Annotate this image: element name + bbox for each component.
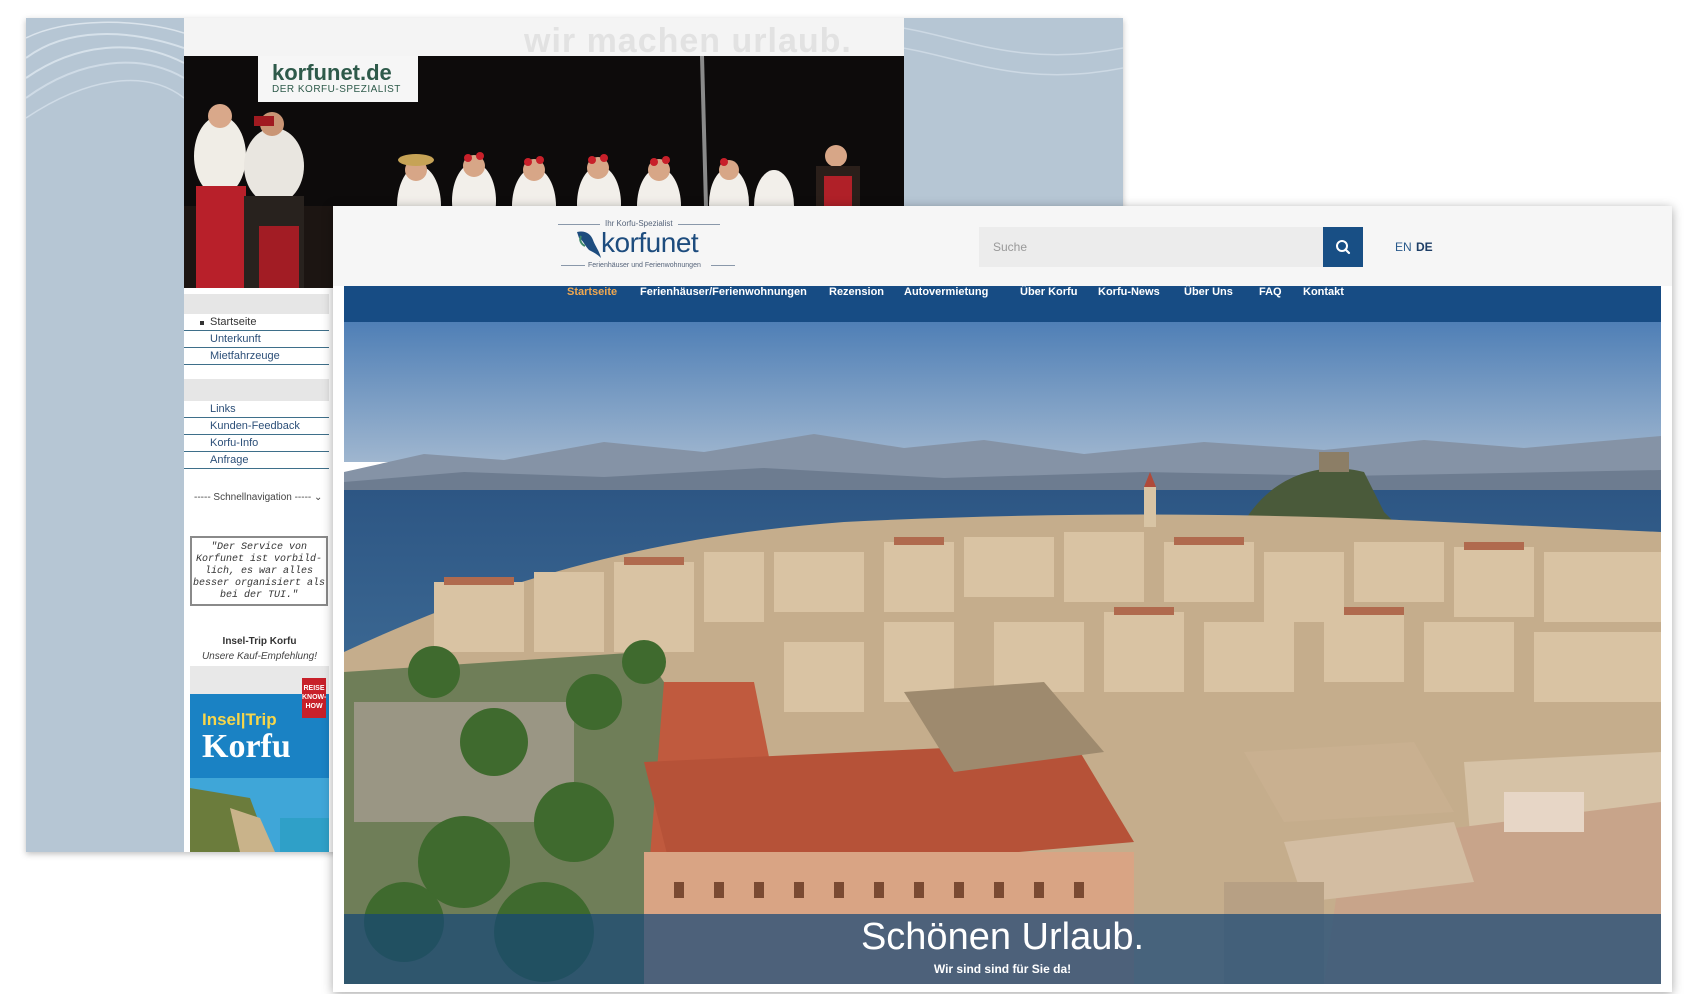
book-recommendation: Unsere Kauf-Empfehlung! <box>201 651 318 662</box>
nav-rezension[interactable]: Rezension <box>829 286 884 322</box>
nav-faq[interactable]: FAQ <box>1259 286 1282 322</box>
old-logo-subtitle: DER KORFU-SPEZIALIST <box>272 84 401 95</box>
nav-ferienhaeuser[interactable]: Ferienhäuser/Ferienwohnungen <box>640 286 807 322</box>
book-name: Korfu <box>202 728 291 765</box>
nav-autovermietung[interactable]: Autovermietung <box>904 286 988 322</box>
old-nav-mietfahrzeuge[interactable]: Mietfahrzeuge <box>184 348 329 365</box>
nav-startseite[interactable]: Startseite <box>567 286 617 322</box>
old-logo-box[interactable]: korfunet.de DER KORFU-SPEZIALIST <box>258 56 418 102</box>
customer-quote: "Der Service von Korfunet ist vorbild-li… <box>190 536 328 606</box>
old-nav-anfrage[interactable]: Anfrage <box>184 452 329 469</box>
nav-ueber-korfu[interactable]: Über Korfu <box>1020 286 1077 322</box>
site-header: Ihr Korfu-Spezialist korfunet Ferienhäus… <box>333 206 1672 286</box>
book-cover-image <box>190 778 329 852</box>
language-en[interactable]: EN <box>1395 240 1412 254</box>
book-publisher-badge: REISE KNOW-HOW <box>302 678 326 718</box>
old-logo: korfunet.de <box>272 60 392 85</box>
brand-logo[interactable]: korfunet <box>601 227 699 259</box>
old-nav-kunden-feedback[interactable]: Kunden-Feedback <box>184 418 329 435</box>
decorative-swirl <box>26 21 184 119</box>
old-nav-startseite[interactable]: Startseite <box>184 314 329 331</box>
nav-ueber-uns[interactable]: Über Uns <box>1184 286 1233 322</box>
book-title: Insel-Trip Korfu <box>222 636 297 647</box>
decorative-swirl-right <box>903 27 1123 76</box>
old-nav-links[interactable]: Links <box>184 401 329 418</box>
hero-subtitle: Wir sind sind für Sie da! <box>933 962 1072 976</box>
brand-subtitle: Ferienhäuser und Ferienwohnungen <box>588 262 701 269</box>
book-cover[interactable]: REISE KNOW-HOW Insel|Trip Korfu <box>190 666 329 852</box>
hero-caption: Schönen Urlaub. Wir sind sind für Sie da… <box>344 914 1661 984</box>
quick-navigation-select[interactable]: ----- Schnellnavigation ----- ⌄ <box>194 492 329 503</box>
main-navigation: Startseite Ferienhäuser/Ferienwohnungen … <box>344 286 1661 322</box>
hero-title: Schönen Urlaub. <box>860 916 1145 958</box>
old-sidebar-nav: Startseite Unterkunft Mietfahrzeuge Link… <box>184 294 329 469</box>
corfu-town-panorama-image <box>344 322 1661 984</box>
hero-banner: Schönen Urlaub. Wir sind sind für Sie da… <box>344 322 1661 984</box>
book-series: Insel|Trip <box>202 710 277 729</box>
language-de[interactable]: DE <box>1416 240 1433 254</box>
search-button[interactable] <box>1323 227 1363 267</box>
nav-korfu-news[interactable]: Korfu-News <box>1098 286 1160 322</box>
corfu-island-logo-icon <box>577 231 601 258</box>
search-input[interactable]: Suche <box>979 227 1323 267</box>
nav-kontakt[interactable]: Kontakt <box>1303 286 1344 322</box>
new-website-screenshot: Ihr Korfu-Spezialist korfunet Ferienhäus… <box>333 206 1672 992</box>
old-nav-korfu-info[interactable]: Korfu-Info <box>184 435 329 452</box>
search-icon <box>1336 240 1351 255</box>
chevron-down-icon: ⌄ <box>314 492 323 503</box>
old-nav-unterkunft[interactable]: Unterkunft <box>184 331 329 348</box>
